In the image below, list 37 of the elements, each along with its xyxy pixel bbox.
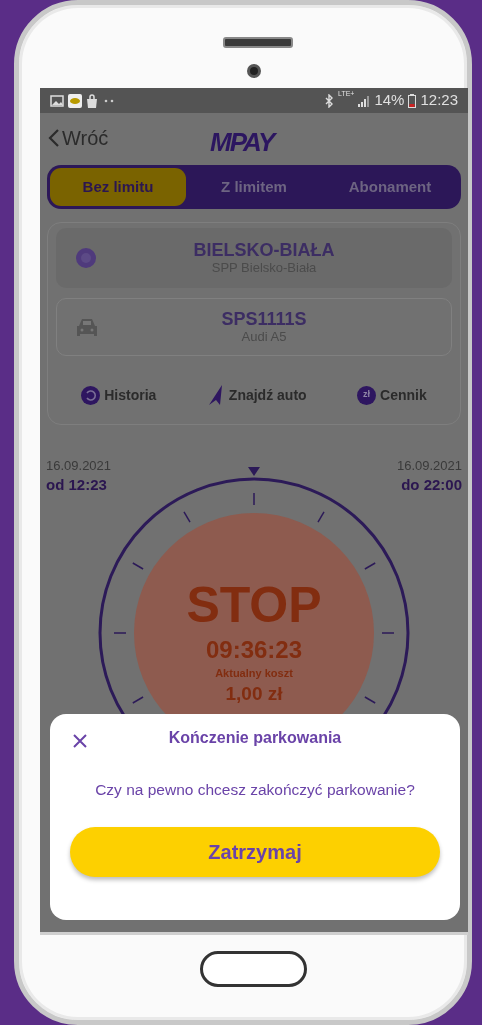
action-link[interactable]: zł Cennik xyxy=(357,384,427,406)
app-logo: MPAY xyxy=(210,126,274,159)
close-icon xyxy=(72,732,88,749)
license-plate: SPS1111S xyxy=(220,309,308,330)
camera-lens xyxy=(247,64,261,78)
zone-name: BIELSKO-BIAŁA xyxy=(192,240,336,261)
image-icon xyxy=(50,94,64,107)
start-time: od 12:23 xyxy=(46,474,108,495)
bluetooth-icon xyxy=(324,93,334,108)
app-icon xyxy=(68,93,82,108)
action-link[interactable]: Znajdź auto xyxy=(206,384,307,406)
history-icon xyxy=(81,385,101,405)
tab[interactable]: Abonament xyxy=(322,168,458,206)
action-link[interactable]: Historia xyxy=(81,384,157,406)
currency-icon: zł xyxy=(357,385,377,405)
start-date: 16.09.2021 xyxy=(46,458,112,474)
speaker-grille xyxy=(223,37,293,48)
home-button[interactable] xyxy=(200,951,307,987)
stop-parking-button[interactable]: Zatrzymaj xyxy=(70,827,440,878)
tab[interactable]: Z limitem xyxy=(186,168,322,206)
chevron-left-icon xyxy=(48,128,60,148)
battery-icon xyxy=(408,93,417,108)
back-button[interactable]: Wróć xyxy=(48,123,109,153)
arrow-pointer-icon xyxy=(206,384,225,406)
tab[interactable]: Bez limitu xyxy=(50,168,186,206)
elapsed-time: 09:36:23 xyxy=(204,635,304,665)
bag-icon xyxy=(86,93,98,108)
status-time: 12:23 xyxy=(420,90,458,111)
end-date: 16.09.2021 xyxy=(396,458,462,474)
signal-icon xyxy=(358,94,371,107)
dialog-message: Czy na pewno chcesz zakończyć parkowanie? xyxy=(94,780,416,800)
cost-label: Aktualny koszt xyxy=(214,666,294,681)
dots-icon xyxy=(102,98,116,103)
end-time: do 22:00 xyxy=(400,474,462,495)
cost-value: 1,00 zł xyxy=(224,682,284,706)
dialog-title: Kończenie parkowania xyxy=(167,728,343,748)
battery-percent: 14% xyxy=(374,90,405,111)
